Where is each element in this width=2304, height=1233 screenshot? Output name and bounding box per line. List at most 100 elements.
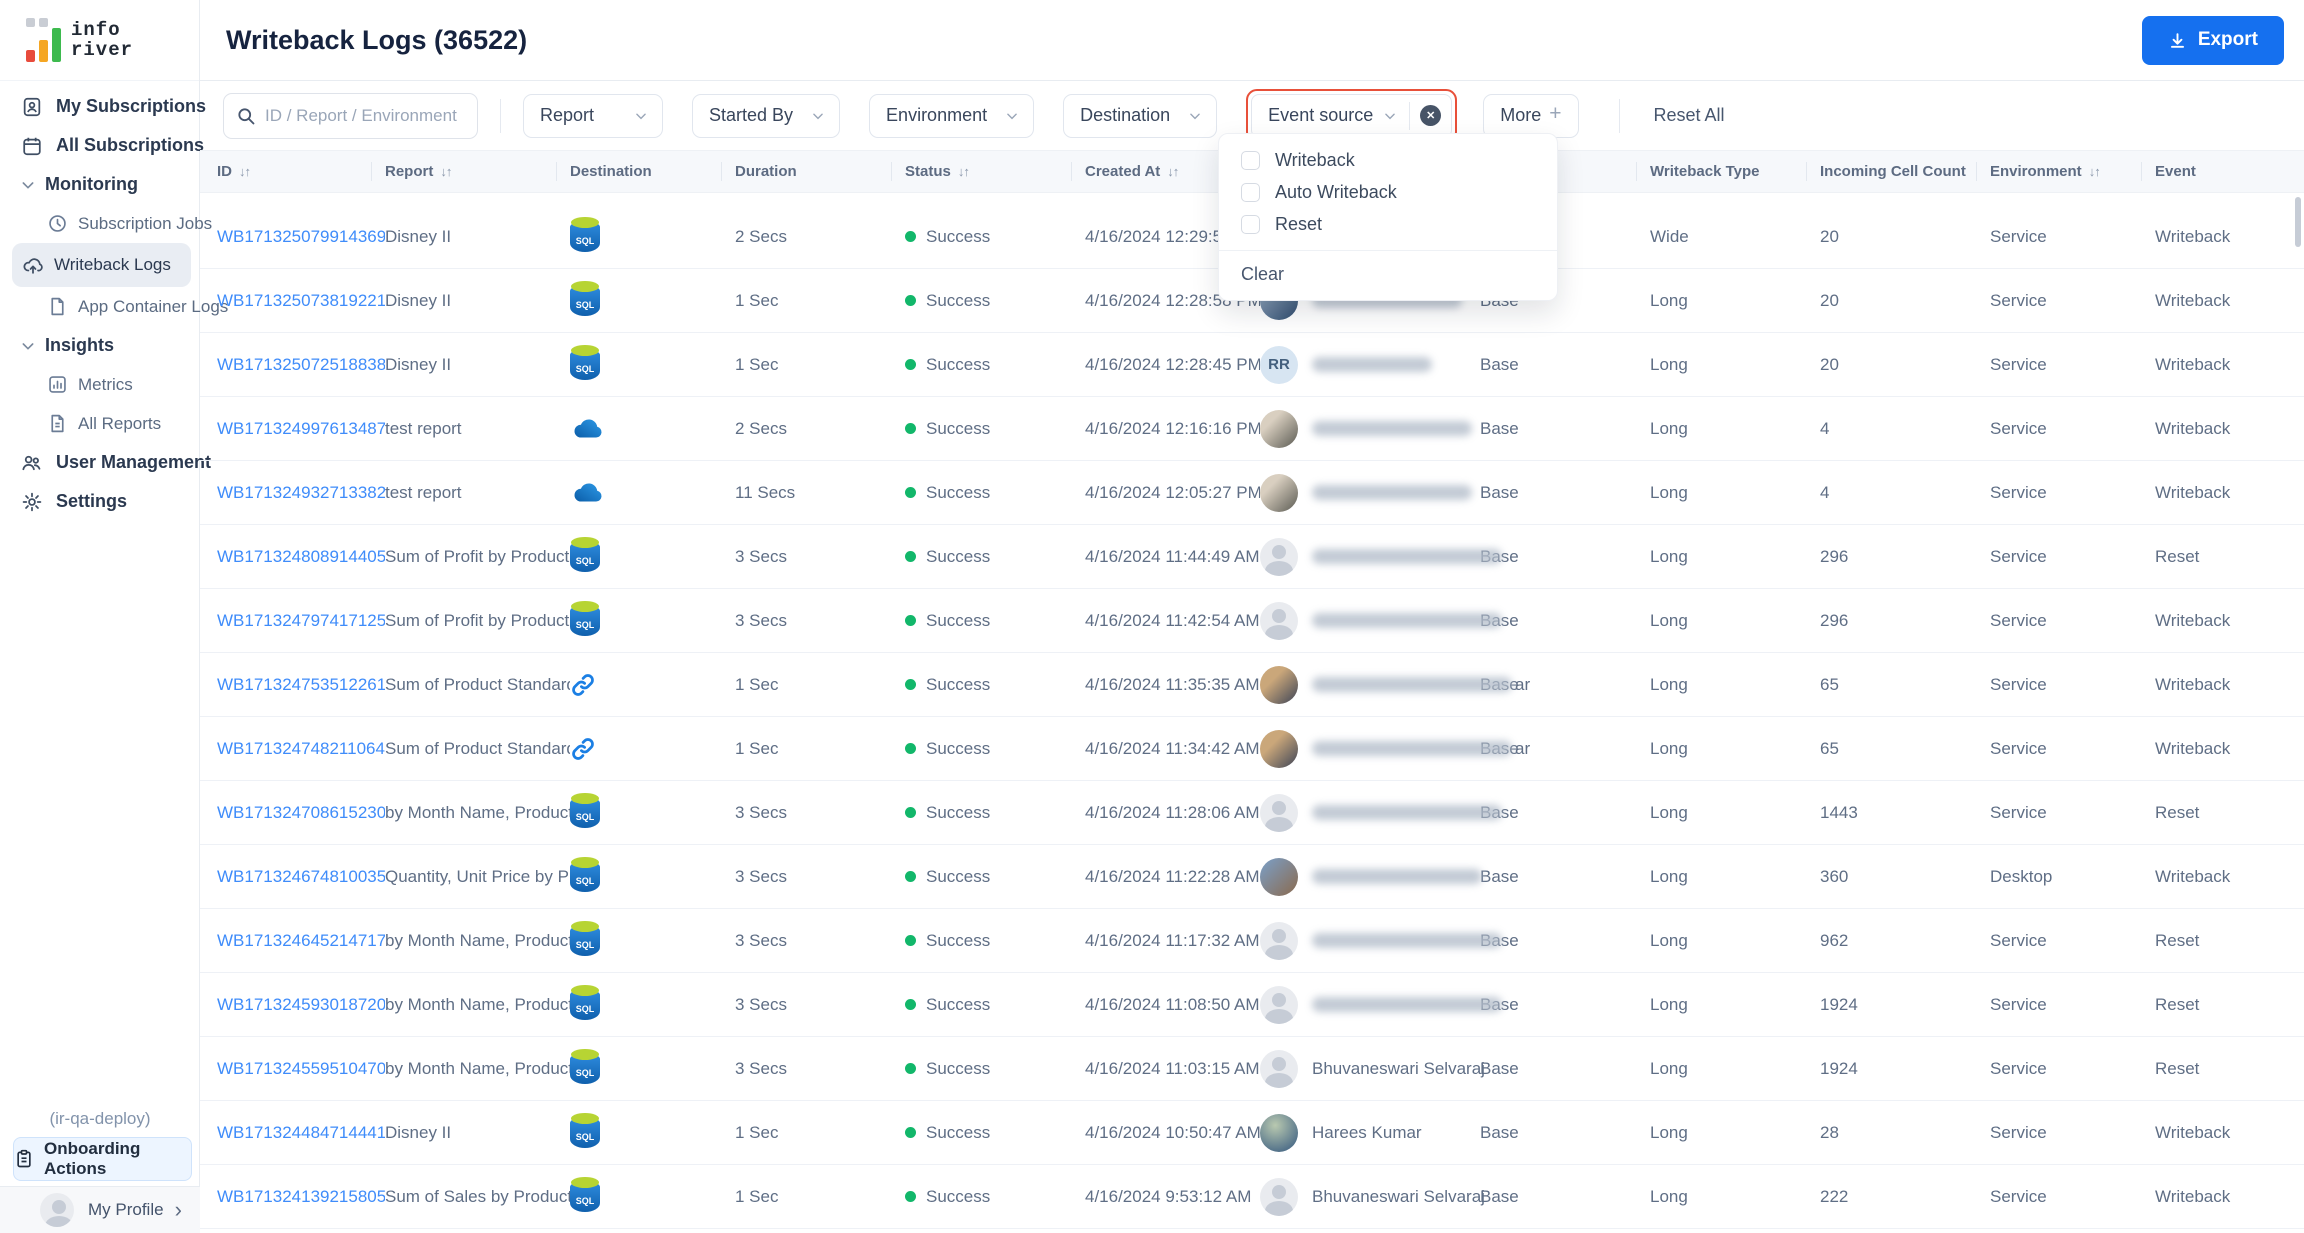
checkbox[interactable]	[1241, 182, 1260, 202]
row-id-link[interactable]: WB171324484714441	[217, 1123, 385, 1142]
row-id-link[interactable]: WB171324645214717	[217, 931, 385, 950]
row-id-link[interactable]: WB171324797417125	[217, 611, 385, 630]
placeholder-avatar	[1260, 1177, 1298, 1216]
row-id-link[interactable]: WB171324808914405	[217, 547, 385, 566]
plus-icon: +	[1549, 101, 1562, 125]
row-id-link[interactable]: WB171324997613487	[217, 419, 385, 438]
dropdown-option-writeback[interactable]: Writeback	[1219, 144, 1557, 176]
row-writeback-type: Long	[1650, 1122, 1688, 1142]
sidebar-item-label: Metrics	[78, 374, 133, 394]
table-row[interactable]: WB171324932713382 test report 11 Secs Su…	[200, 461, 2304, 525]
sidebar-item-writeback-logs[interactable]: Writeback Logs	[12, 243, 191, 287]
dropdown-clear-button[interactable]: Clear	[1219, 251, 1557, 300]
table-row[interactable]: WB171324593018720 by Month Name, Product…	[200, 973, 2304, 1037]
checkbox[interactable]	[1241, 150, 1260, 170]
table-row[interactable]: WB171324708615230 by Month Name, Product…	[200, 781, 2304, 845]
sidebar-item-my-subscriptions[interactable]: My Subscriptions	[0, 87, 206, 126]
row-id-link[interactable]: WB171325072518838	[217, 355, 385, 374]
row-created-at: 4/16/2024 11:28:06 AM	[1085, 802, 1260, 822]
sidebar-item-user-management[interactable]: User Management	[0, 443, 211, 482]
row-id-link[interactable]: WB171325073819221	[217, 291, 385, 310]
row-id-link[interactable]: WB171324932713382	[217, 483, 385, 502]
clear-filter-icon[interactable]: ✕	[1420, 105, 1442, 126]
row-id-link[interactable]: WB171324753512261	[217, 675, 385, 694]
success-dot-icon	[905, 1126, 916, 1138]
event-source-filter-button[interactable]: Event source ✕	[1251, 93, 1453, 138]
sidebar-item-app-container-logs[interactable]: App Container Logs	[0, 287, 228, 326]
user-name	[1312, 421, 1472, 436]
table-row[interactable]: WB171325072518838 Disney II SQL 1 Sec Su…	[200, 333, 2304, 397]
sidebar-item-all-subscriptions[interactable]: All Subscriptions	[0, 126, 204, 165]
row-started-by: ar	[1260, 729, 1530, 768]
checkbox[interactable]	[1241, 214, 1260, 234]
table-row[interactable]: WB171324484714441 Disney II SQL 1 Sec Su…	[200, 1101, 2304, 1165]
my-profile-button[interactable]: My Profile ›	[0, 1186, 200, 1233]
export-button[interactable]: Export	[2141, 15, 2284, 65]
row-id-link[interactable]: WB171324139215805	[217, 1187, 385, 1206]
chevron-right-icon: ›	[174, 1197, 182, 1222]
table-row[interactable]: WB171324753512261 Sum of Product Standar…	[200, 653, 2304, 717]
column-header-report[interactable]: Report ↓↑	[371, 151, 570, 192]
sidebar-item-insights[interactable]: Insights	[0, 326, 199, 365]
row-report: Sum of Profit by Product, S	[385, 610, 570, 630]
sidebar-item-monitoring[interactable]: Monitoring	[0, 165, 199, 204]
row-incoming-cell-count: 20	[1820, 290, 1839, 310]
row-mode: Base	[1480, 995, 1650, 1015]
started-by-filter-button[interactable]: Started By	[692, 93, 841, 138]
row-event: Writeback	[2155, 418, 2231, 438]
table-row[interactable]: WB171324808914405 Sum of Profit by Produ…	[200, 525, 2304, 589]
sort-arrows-icon[interactable]: ↓↑	[958, 164, 970, 179]
row-status: Success	[905, 547, 1085, 567]
search-input[interactable]	[265, 105, 465, 126]
environment-filter-button[interactable]: Environment	[869, 93, 1035, 138]
more-filters-button[interactable]: More +	[1483, 93, 1579, 138]
table-row[interactable]: WB171324674810035 Quantity, Unit Price b…	[200, 845, 2304, 909]
sidebar-item-metrics[interactable]: Metrics	[0, 365, 199, 404]
row-id-link[interactable]: WB171324708615230	[217, 803, 385, 822]
row-id-link[interactable]: WB171324748211064	[217, 739, 385, 758]
row-id-link[interactable]: WB171325079914369	[217, 227, 385, 246]
table-row[interactable]: WB171324139215805 Sum of Sales by Produc…	[200, 1165, 2304, 1229]
sidebar: info river My Subscriptions All Subscripti…	[0, 0, 228, 1233]
row-destination: SQL	[570, 920, 735, 961]
sidebar-item-label: Settings	[56, 491, 128, 511]
chevron-down-icon	[811, 109, 825, 123]
table-row[interactable]: WB171324797417125 Sum of Profit by Produ…	[200, 589, 2304, 653]
row-environment: Service	[1990, 610, 2047, 630]
column-header-id[interactable]: ID ↓↑	[217, 151, 385, 192]
vertical-scrollbar[interactable]	[2295, 197, 2301, 247]
table-row[interactable]: WB171324559510470 by Month Name, Product…	[200, 1037, 2304, 1101]
dropdown-option-reset[interactable]: Reset	[1219, 208, 1557, 240]
sort-arrows-icon[interactable]: ↓↑	[440, 164, 452, 179]
report-filter-button[interactable]: Report	[523, 93, 663, 138]
row-incoming-cell-count: 20	[1820, 226, 1839, 246]
destination-filter-button[interactable]: Destination	[1063, 93, 1218, 138]
sidebar-item-all-reports[interactable]: All Reports	[0, 404, 199, 443]
placeholder-avatar	[1260, 921, 1298, 960]
column-header-environment[interactable]: Environment ↓↑	[1976, 151, 2155, 192]
sort-arrows-icon[interactable]: ↓↑	[2089, 164, 2101, 179]
sort-arrows-icon[interactable]: ↓↑	[1167, 164, 1179, 179]
row-id-link[interactable]: WB171324674810035	[217, 867, 385, 886]
table-row[interactable]: WB171324997613487 test report 2 Secs Suc…	[200, 397, 2304, 461]
search-box[interactable]	[223, 92, 478, 139]
row-writeback-type: Long	[1650, 482, 1688, 502]
file-icon	[46, 294, 68, 319]
row-writeback-type: Long	[1650, 1186, 1688, 1206]
onboarding-actions-button[interactable]: Onboarding Actions	[13, 1137, 192, 1181]
sidebar-item-subscription-jobs[interactable]: Subscription Jobs	[0, 204, 212, 243]
row-duration: 3 Secs	[735, 866, 787, 886]
sql-database-icon: SQL	[570, 1112, 600, 1148]
table-row[interactable]: WB171324645214717 by Month Name, Product…	[200, 909, 2304, 973]
reset-all-button[interactable]: Reset All	[1654, 105, 1725, 126]
dropdown-option-auto-writeback[interactable]: Auto Writeback	[1219, 176, 1557, 208]
success-dot-icon	[905, 230, 916, 242]
row-id-link[interactable]: WB171324559510470	[217, 1059, 385, 1078]
column-header-status[interactable]: Status ↓↑	[891, 151, 1085, 192]
user-name	[1312, 869, 1482, 884]
sort-arrows-icon[interactable]: ↓↑	[239, 164, 251, 179]
row-id-link[interactable]: WB171324593018720	[217, 995, 385, 1014]
sidebar-item-settings[interactable]: Settings	[0, 482, 199, 521]
table-row[interactable]: WB171324748211064 Sum of Product Standar…	[200, 717, 2304, 781]
photo-avatar	[1260, 473, 1298, 512]
